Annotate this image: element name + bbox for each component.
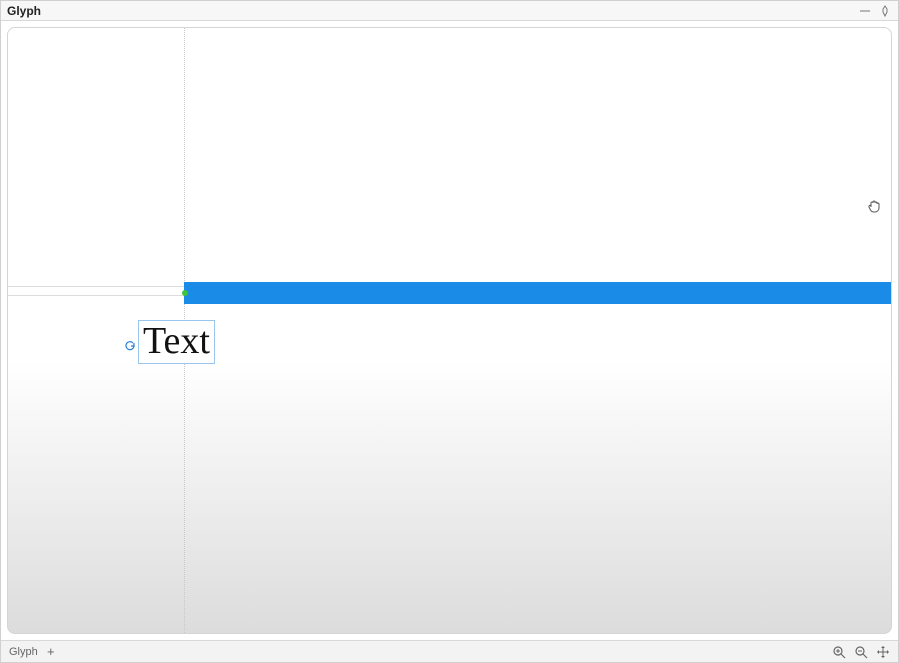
footer-tools bbox=[832, 645, 890, 659]
footer-tabs: Glyph + bbox=[9, 645, 58, 659]
rotate-handle-icon[interactable] bbox=[124, 340, 136, 352]
zoom-in-icon[interactable] bbox=[832, 645, 846, 659]
horizontal-guide bbox=[8, 295, 184, 296]
panel-header: Glyph bbox=[1, 1, 898, 21]
panel-title: Glyph bbox=[7, 4, 858, 18]
tab-glyph[interactable]: Glyph bbox=[9, 646, 38, 658]
pin-icon[interactable] bbox=[878, 4, 892, 18]
glyph-canvas[interactable]: Text bbox=[7, 27, 892, 634]
minimize-icon[interactable] bbox=[858, 4, 872, 18]
move-icon[interactable] bbox=[876, 645, 890, 659]
panel-header-controls bbox=[858, 4, 892, 18]
selected-shape-bar[interactable] bbox=[184, 282, 891, 304]
panel-footer: Glyph + bbox=[1, 640, 898, 662]
anchor-handle[interactable] bbox=[182, 290, 188, 296]
zoom-out-icon[interactable] bbox=[854, 645, 868, 659]
text-element[interactable]: Text bbox=[138, 320, 215, 364]
horizontal-guide bbox=[8, 286, 184, 287]
glyph-panel: Glyph Text Glyph + bbox=[0, 0, 899, 663]
add-tab-icon[interactable]: + bbox=[44, 645, 58, 659]
hand-cursor-icon bbox=[867, 198, 885, 216]
